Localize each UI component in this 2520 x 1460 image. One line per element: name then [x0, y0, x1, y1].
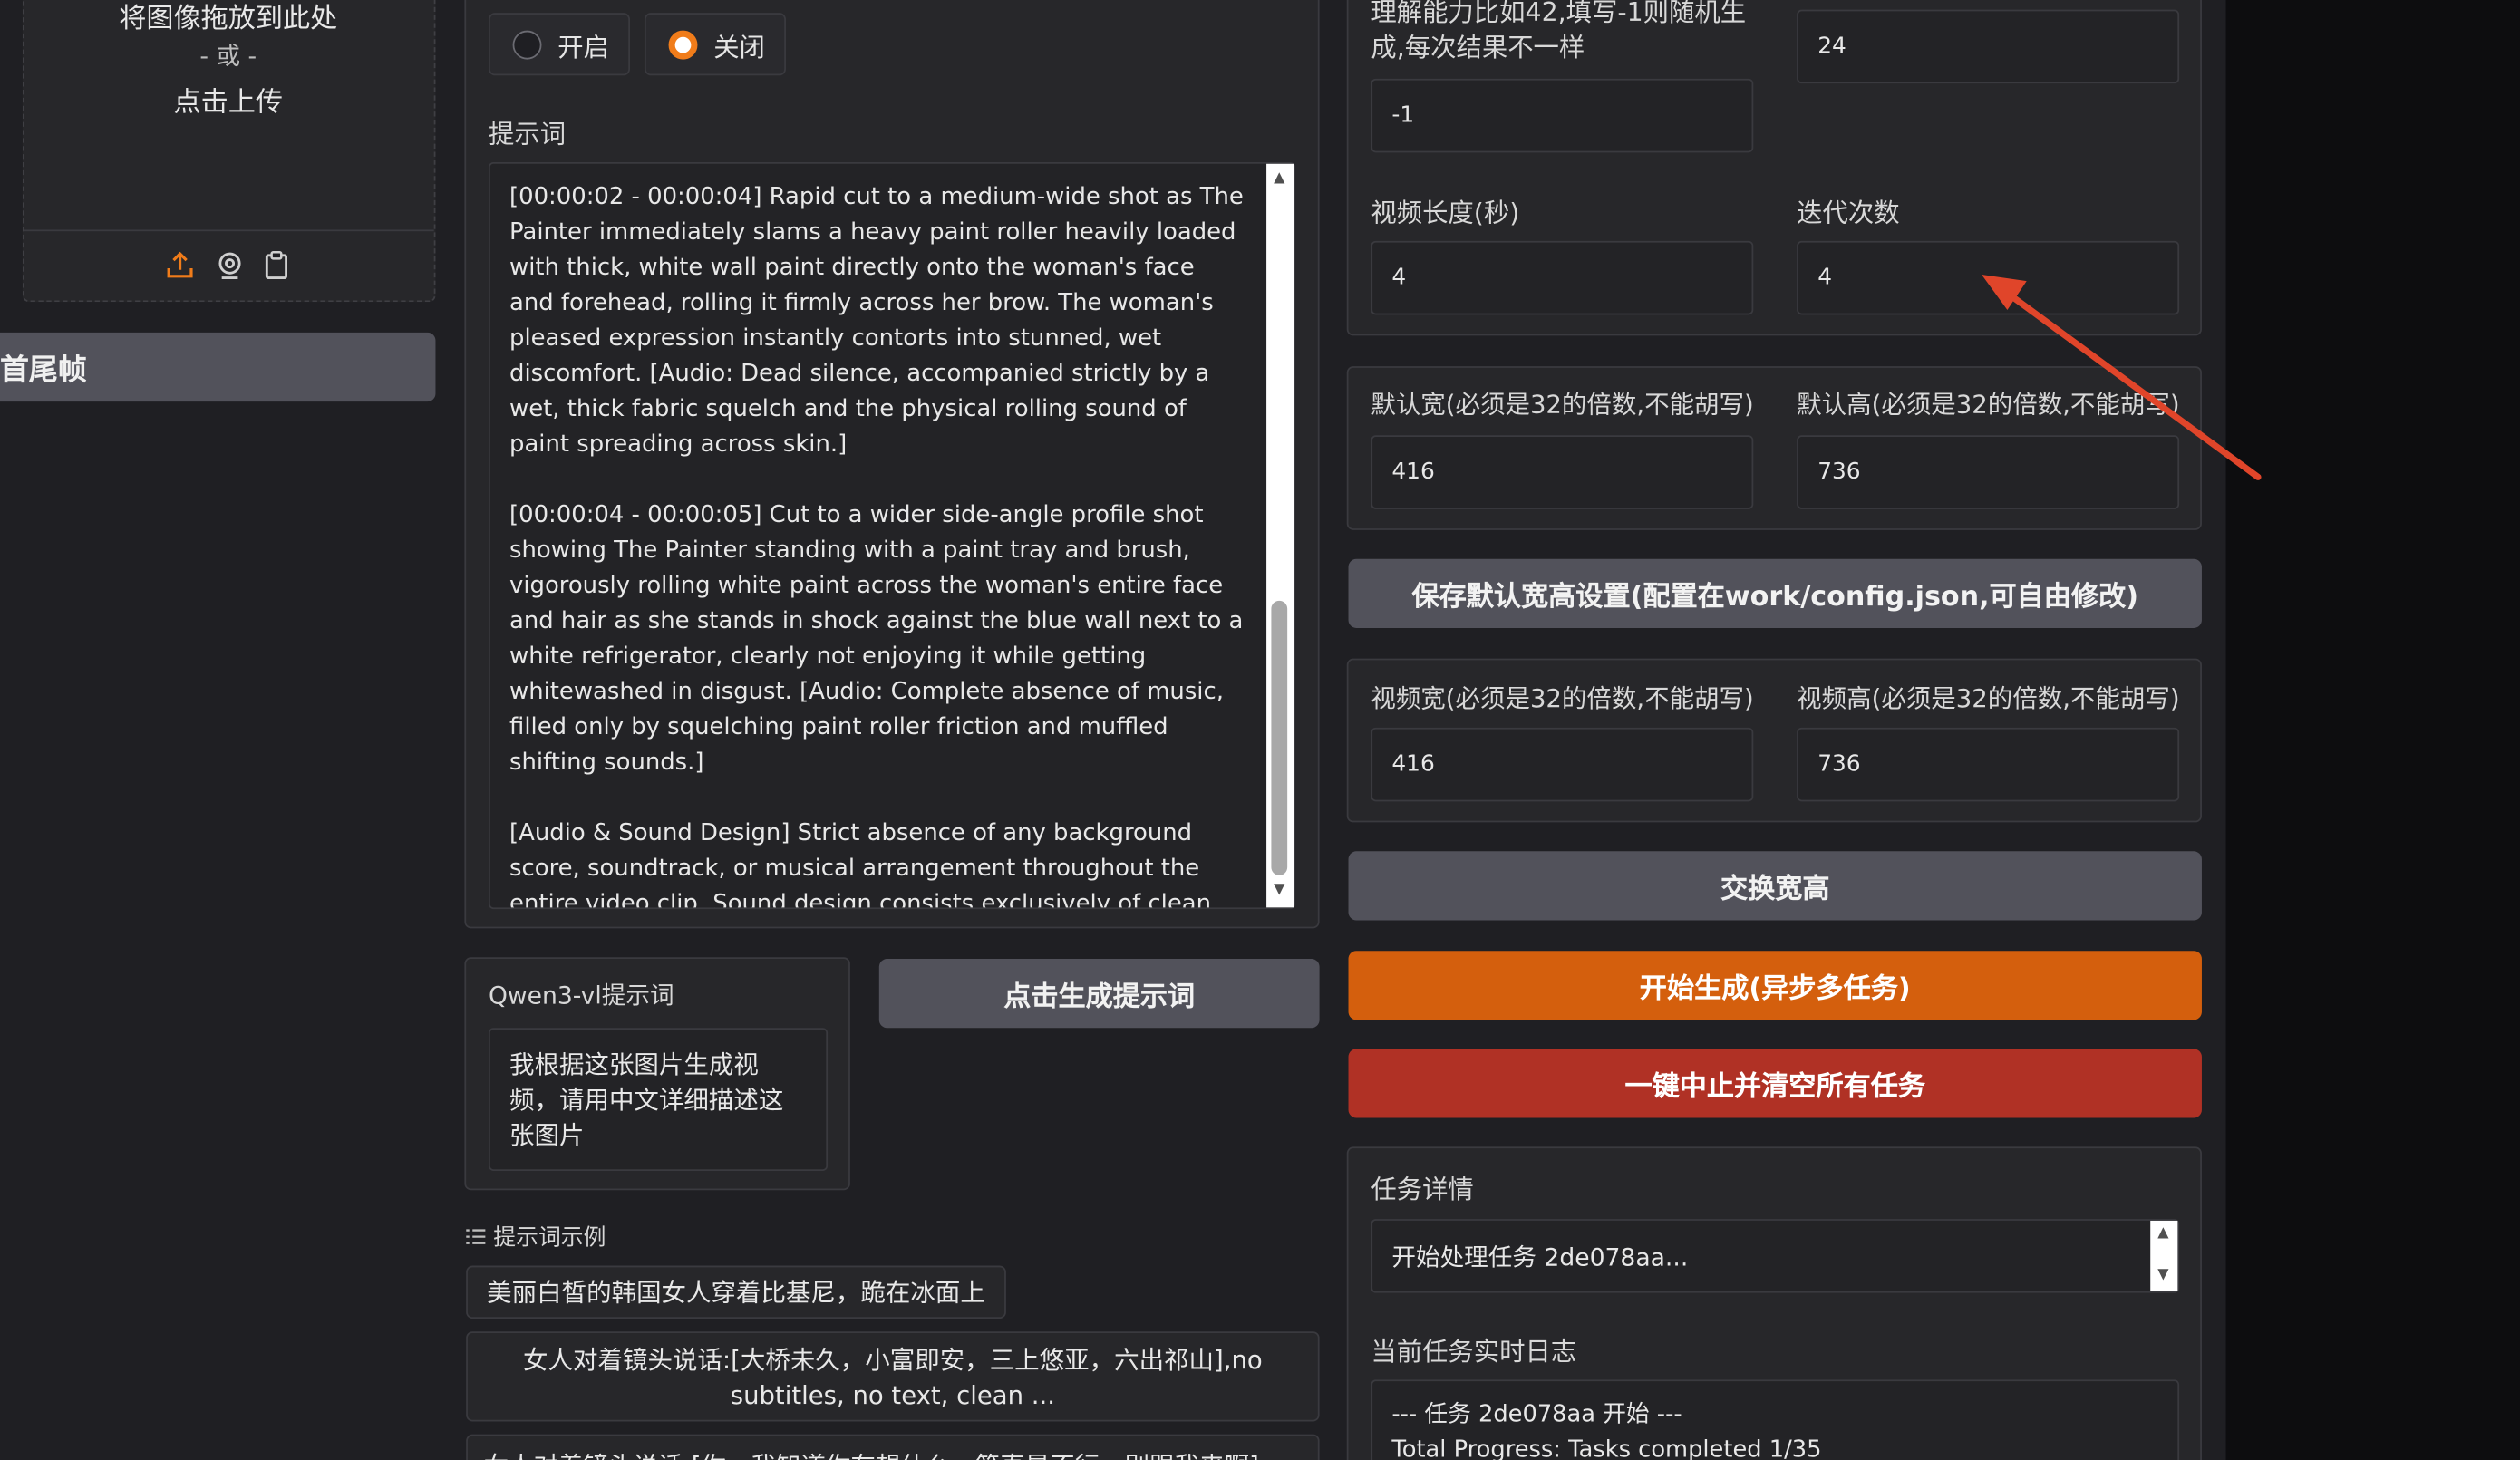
sidebar-tab-label: 首尾帧	[0, 353, 87, 387]
upload-or-text: - 或 -	[199, 42, 257, 71]
start-generate-button[interactable]: 开始生成(异步多任务)	[1348, 951, 2202, 1020]
video-height-input[interactable]: 736	[1797, 727, 2180, 802]
example-item-3[interactable]: 女人对着镜头说话:[你，我知道你在想什么，简直是不行，别跟我来啊] no ...	[466, 1434, 1320, 1460]
seed-label: 理解能力比如42,填写-1则随机生成,每次结果不一样	[1371, 0, 1747, 63]
save-default-size-button[interactable]: 保存默认宽高设置(配置在work/config.json,可自由修改)	[1348, 558, 2202, 628]
prompt-paragraph-1: [00:00:02 - 00:00:04] Rapid cut to a med…	[509, 183, 1252, 459]
app-stage: 将图像拖放到此处 - 或 - 点击上传 首尾帧 开启 关闭 提示词 [00:00…	[0, 0, 2520, 1460]
right-dark-area	[2225, 0, 2520, 1460]
upload-click-text[interactable]: 点击上传	[23, 79, 434, 119]
prompt-textarea[interactable]: [00:00:02 - 00:00:04] Rapid cut to a med…	[488, 162, 1296, 910]
task-log-label: 当前任务实时日志	[1371, 1336, 1577, 1368]
upload-icon[interactable]	[166, 250, 195, 279]
default-width-label: 默认宽(必须是32的倍数,不能胡写)	[1371, 390, 1754, 420]
video-height-label: 视频高(必须是32的倍数,不能胡写)	[1797, 683, 2180, 713]
qwen-input[interactable]: 我根据这张图片生成视频，请用中文详细描述这张图片	[488, 1028, 829, 1171]
prompt-paragraph-2: [00:00:04 - 00:00:05] Cut to a wider sid…	[509, 500, 1251, 777]
task-detail-label: 任务详情	[1371, 1174, 1474, 1205]
prompt-scroll-thumb[interactable]	[1271, 600, 1288, 875]
video-width-label: 视频宽(必须是32的倍数,不能胡写)	[1371, 683, 1754, 713]
upload-drop-text: 将图像拖放到此处	[119, 3, 338, 35]
example-item-2[interactable]: 女人对着镜头说话:[大桥未久，小富即安，三上悠亚，六出祁山],no subtit…	[466, 1331, 1320, 1422]
scroll-down-arrow[interactable]: ▼	[1266, 882, 1292, 898]
toggle-off-label: 关闭	[713, 31, 765, 63]
task-detail-field[interactable]: 开始处理任务 2de078aa...	[1371, 1219, 2180, 1293]
examples-header: 提示词示例	[466, 1221, 606, 1252]
toggle-off-option[interactable]: 关闭	[644, 13, 786, 76]
task-scroll-up[interactable]: ▲	[2150, 1225, 2176, 1242]
task-log-line-1: --- 任务 2de078aa 开始 ---	[1391, 1402, 1682, 1428]
top-right-input[interactable]: 24	[1797, 9, 2180, 84]
toggle-on-option[interactable]: 开启	[488, 13, 631, 76]
task-scroll-down[interactable]: ▼	[2150, 1267, 2176, 1283]
default-width-input[interactable]: 416	[1371, 435, 1754, 509]
list-icon	[466, 1229, 486, 1244]
seed-input[interactable]: -1	[1371, 78, 1754, 153]
prompt-label: 提示词	[488, 119, 567, 150]
prompt-paragraph-3: [Audio & Sound Design] Strict absence of…	[509, 818, 1212, 910]
swap-size-button[interactable]: 交换宽高	[1348, 851, 2202, 921]
iterations-label: 迭代次数	[1797, 197, 1900, 228]
toggle-on-label: 开启	[557, 31, 609, 63]
sidebar-tab-first-last-frame[interactable]: 首尾帧	[0, 332, 436, 402]
scroll-up-arrow[interactable]: ▲	[1266, 170, 1292, 187]
task-log-line-2: Total Progress: Tasks completed 1/35	[1391, 1437, 1822, 1460]
webcam-icon[interactable]	[216, 250, 245, 280]
video-length-label: 视频长度(秒)	[1371, 197, 1520, 228]
qwen-label: Qwen3-vl提示词	[488, 981, 674, 1010]
video-length-input[interactable]: 4	[1371, 240, 1754, 315]
radio-dot-off-selected	[668, 29, 698, 59]
upload-toolbar-divider	[24, 229, 434, 232]
examples-label: 提示词示例	[493, 1225, 606, 1252]
clipboard-icon[interactable]	[264, 250, 289, 280]
annotation-arrow-icon	[1982, 275, 2262, 480]
task-log-box[interactable]: --- 任务 2de078aa 开始 --- Total Progress: T…	[1371, 1379, 2180, 1460]
example-item-1[interactable]: 美丽白皙的韩国女人穿着比基尼，跪在冰面上	[466, 1265, 1006, 1320]
radio-dot-on	[512, 29, 542, 59]
video-width-input[interactable]: 416	[1371, 727, 1754, 802]
stop-all-tasks-button[interactable]: 一键中止并清空所有任务	[1348, 1049, 2202, 1118]
generate-prompt-button[interactable]: 点击生成提示词	[878, 959, 1320, 1029]
